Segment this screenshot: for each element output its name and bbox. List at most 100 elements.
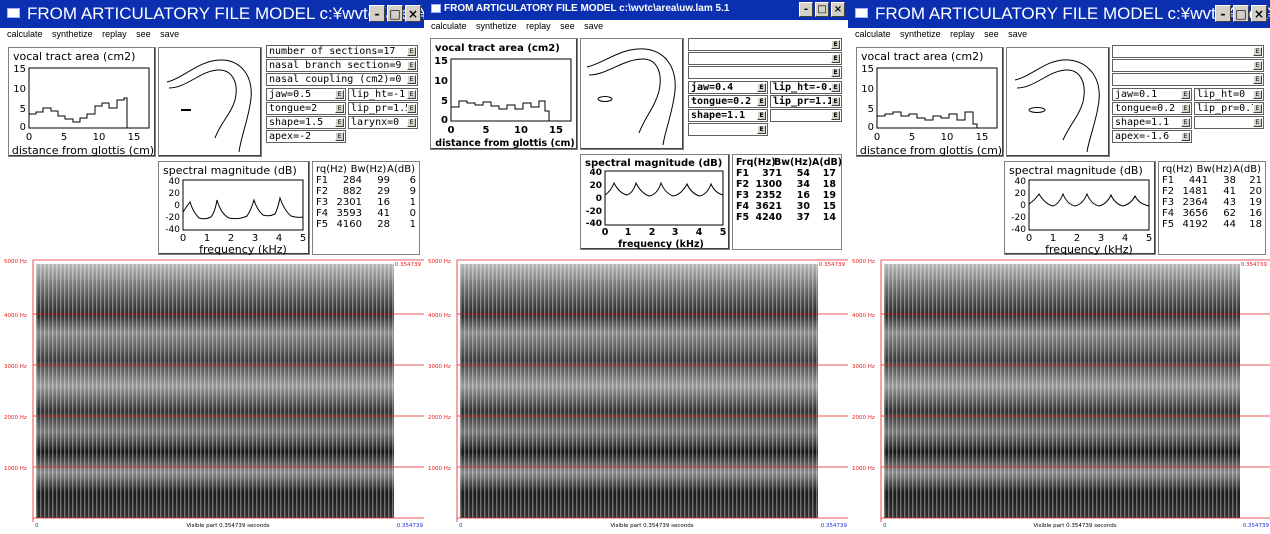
menu-save[interactable]: save [160,29,179,39]
pulse-striation [352,264,354,518]
param-jaw[interactable]: jaw=0.4 E [688,81,768,94]
param-row-blank[interactable]: E [688,52,842,65]
menu-replay[interactable]: replay [950,29,975,39]
edit-button-icon[interactable]: E [757,111,766,120]
title-bar[interactable]: FROM ARTICULATORY FILE MODEL c:¥wvtc¥are… [0,0,424,28]
menu-calculate[interactable]: calculate [7,29,43,39]
pulse-striation [240,264,242,518]
param-nasal-coupling[interactable]: nasal coupling (cm2)=0 E [266,73,418,86]
param-shape[interactable]: shape=1.5 E [266,116,346,129]
pulse-striation [760,264,762,518]
menu-replay[interactable]: replay [526,21,551,31]
maximize-button[interactable]: □ [387,5,403,22]
param-apex[interactable]: apex=-1.6 E [1112,130,1192,143]
param-lip-protrusion[interactable]: lip_pr=1.1 E [770,95,842,108]
menu-see[interactable]: see [984,29,999,39]
edit-button-icon[interactable]: E [335,118,344,127]
param-lip-protrusion[interactable]: lip_pr=0.7 E [1194,102,1264,115]
param-larynx[interactable]: larynx=0 E [348,116,418,129]
close-button[interactable]: × [405,5,421,22]
title-bar[interactable]: FROM ARTICULATORY FILE MODEL c:¥wvtc¥are… [848,0,1270,28]
menu-save[interactable]: save [584,21,603,31]
edit-button-icon[interactable]: E [831,83,840,92]
edit-button-icon[interactable]: E [407,47,416,56]
edit-button-icon[interactable]: E [831,68,840,77]
menu-synthetize[interactable]: synthetize [52,29,93,39]
edit-button-icon[interactable]: E [1181,104,1190,113]
edit-button-icon[interactable]: E [335,132,344,141]
menu-see[interactable]: see [136,29,151,39]
edit-button-icon[interactable]: E [831,54,840,63]
edit-button-icon[interactable]: E [1253,104,1262,113]
edit-button-icon[interactable]: E [407,90,416,99]
param-jaw[interactable]: jaw=0.5 E [266,88,346,101]
menu-calculate[interactable]: calculate [431,21,467,31]
param-row-blank[interactable]: E [1112,59,1264,72]
title-bar[interactable]: FROM ARTICULATORY FILE MODEL c:\wvtc\are… [424,0,848,20]
controls-area: vocal tract area (cm2) 15 10 5 0 0 5 10 … [0,43,424,256]
edit-button-icon[interactable]: E [757,125,766,134]
edit-button-icon[interactable]: E [831,111,840,120]
menu-synthetize[interactable]: synthetize [476,21,517,31]
param-jaw[interactable]: jaw=0.1 E [1112,88,1192,101]
param-row-blank[interactable]: E [1112,73,1264,86]
pulse-striation [500,264,502,518]
param-tongue[interactable]: tongue=0.2 E [688,95,768,108]
menu-calculate[interactable]: calculate [855,29,891,39]
param-shape[interactable]: shape=1.1 E [688,109,768,122]
edit-button-icon[interactable]: E [407,118,416,127]
param-larynx[interactable]: E [770,109,842,122]
param-larynx[interactable]: E [1194,116,1264,129]
edit-button-icon[interactable]: E [1253,75,1262,84]
formant-row: F4 3621 30 15 [736,201,836,212]
param-row-blank[interactable]: E [688,66,842,79]
param-apex[interactable]: E [688,123,768,136]
edit-button-icon[interactable]: E [757,83,766,92]
maximize-button[interactable]: □ [1233,5,1249,22]
edit-button-icon[interactable]: E [407,61,416,70]
minimize-button[interactable]: - [1215,5,1231,22]
close-button[interactable]: × [831,2,845,17]
param-lip-height[interactable]: lip_ht=-0.5 E [770,81,842,94]
param-lip-height[interactable]: lip_ht=0 E [1194,88,1264,101]
spectrogram: 5000 Hz 4000 Hz 3000 Hz 2000 Hz 1000 Hz … [0,258,424,534]
edit-button-icon[interactable]: E [1253,61,1262,70]
menu-see[interactable]: see [560,21,575,31]
edit-button-icon[interactable]: E [1253,118,1262,127]
param-number-of-sections[interactable]: number of sections=17 E [266,45,418,58]
edit-button-icon[interactable]: E [831,40,840,49]
param-row-blank[interactable]: E [1112,45,1264,58]
menu-replay[interactable]: replay [102,29,127,39]
spec-xtick: 5 [720,227,727,238]
area-xtick: 10 [93,132,106,143]
maximize-button[interactable]: □ [815,2,829,17]
param-lip-protrusion[interactable]: lip_pr=1.5 E [348,102,418,115]
param-shape[interactable]: shape=1.1 E [1112,116,1192,129]
menu-save[interactable]: save [1008,29,1027,39]
menu-synthetize[interactable]: synthetize [900,29,941,39]
edit-button-icon[interactable]: E [335,104,344,113]
minimize-button[interactable]: - [369,5,385,22]
edit-button-icon[interactable]: E [757,97,766,106]
minimize-button[interactable]: - [799,2,813,17]
edit-button-icon[interactable]: E [1253,90,1262,99]
edit-button-icon[interactable]: E [335,90,344,99]
edit-button-icon[interactable]: E [831,97,840,106]
param-nasal-branch[interactable]: nasal branch section=9 E [266,59,418,72]
edit-button-icon[interactable]: E [1181,132,1190,141]
param-tongue[interactable]: tongue=2 E [266,102,346,115]
spectrum-title: spectral magnitude (dB) [585,158,722,169]
pulse-striation [1104,264,1106,518]
close-button[interactable]: × [1251,5,1267,22]
pulse-striation [512,264,514,518]
param-tongue[interactable]: tongue=0.2 E [1112,102,1192,115]
edit-button-icon[interactable]: E [1181,118,1190,127]
param-lip-height[interactable]: lip_ht=-1 E [348,88,418,101]
edit-button-icon[interactable]: E [407,104,416,113]
param-apex[interactable]: apex=-2 E [266,130,346,143]
pulse-striation [1168,264,1170,518]
edit-button-icon[interactable]: E [1181,90,1190,99]
edit-button-icon[interactable]: E [1253,47,1262,56]
param-row-blank[interactable]: E [688,38,842,51]
edit-button-icon[interactable]: E [407,75,416,84]
